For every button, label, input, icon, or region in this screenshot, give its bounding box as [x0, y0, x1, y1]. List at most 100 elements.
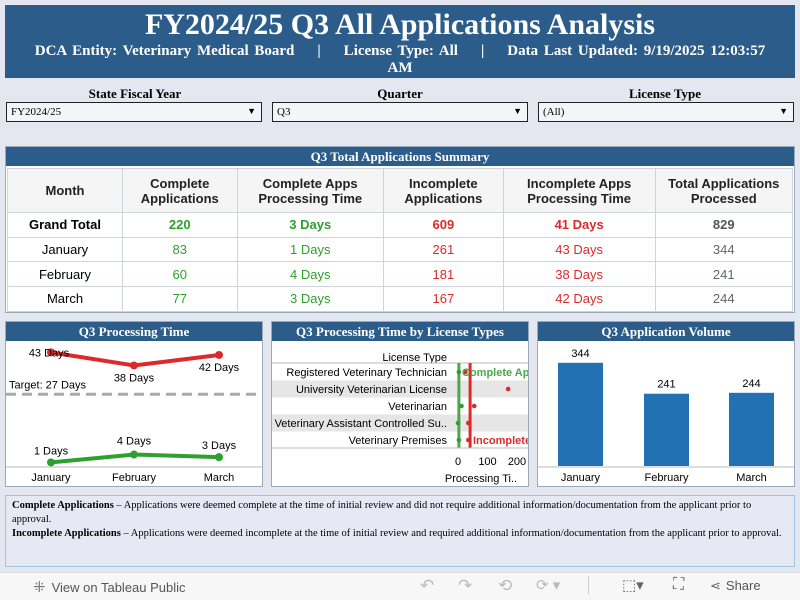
table-cell: 220 [122, 212, 238, 238]
volume-bar [558, 362, 603, 466]
table-cell: 244 [654, 286, 794, 312]
x-tick-label: February [644, 472, 689, 484]
complete-data-label: 3 Days [202, 440, 237, 452]
dropdown-arrow-icon: ▼ [779, 106, 788, 116]
incomplete-point [130, 361, 138, 370]
note-term: Incomplete Applications [12, 528, 121, 539]
redo-icon[interactable]: ↷ [458, 576, 472, 596]
summary-table: Month Complete Applications Complete App… [7, 168, 794, 312]
table-cell: 344 [654, 236, 794, 263]
table-cell: March [7, 286, 123, 312]
volume-panel: Q3 Application Volume 344 January 241 Febru… [537, 321, 795, 487]
table-cell: 181 [382, 261, 504, 288]
share-icon: ⋖ [710, 578, 721, 593]
definitions-notes: Complete Applications – Applications wer… [5, 495, 795, 567]
revert-icon[interactable]: ⟲ [498, 576, 512, 596]
complete-dot [455, 420, 461, 426]
col-incomplete: Incomplete Applications [382, 168, 504, 213]
x-tick-label: February [112, 472, 157, 484]
x-tick-label: 0 [455, 456, 461, 468]
undo-icon[interactable]: ↶ [420, 576, 434, 596]
complete-point [130, 450, 138, 459]
volume-bar [644, 393, 689, 466]
summary-title: Q3 Total Applications Summary [6, 147, 794, 166]
row-header: License Type [382, 352, 447, 364]
grand-total-row: Grand Total 220 3 Days 609 41 Days 829 [7, 212, 794, 238]
view-on-tableau-link[interactable]: ⁜ View on Tableau Public [33, 578, 186, 596]
incomplete-data-label: 38 Days [114, 372, 155, 384]
volume-chart: 344 January 241 February 244 March [538, 348, 794, 484]
x-tick-label: March [204, 472, 235, 484]
x-tick-label: January [31, 472, 71, 484]
fullscreen-icon[interactable]: ⛶ [673, 576, 684, 594]
license-type-label: University Veterinarian License [296, 384, 447, 396]
fiscal-year-value: FY2024/25 [11, 106, 62, 118]
fiscal-year-select[interactable]: FY2024/25 ▼ [6, 102, 262, 122]
incomplete-dot [505, 386, 511, 392]
license-type-select[interactable]: (All) ▼ [538, 102, 794, 122]
license-type-value: (All) [543, 106, 565, 118]
col-incomplete-time: Incomplete Apps Processing Time [502, 168, 656, 213]
filter-label-fiscal-year: State Fiscal Year [88, 86, 182, 101]
table-row: January 83 1 Days 261 43 Days 344 [7, 236, 794, 263]
table-cell: 42 Days [502, 286, 656, 312]
table-cell: 60 [122, 261, 238, 288]
table-row: February 60 4 Days 181 38 Days 241 [7, 261, 794, 288]
license-type-label: Veterinarian [388, 401, 447, 413]
col-month: Month [7, 168, 123, 213]
incomplete-point [215, 350, 223, 359]
share-label: Share [725, 578, 761, 593]
dashboard-header: FY2024/25 Q3 All Applications Analysis D… [5, 5, 795, 78]
license-types-chart: License Type Registered Veterinary Techni… [272, 352, 528, 485]
license-type-label: Veterinary Premises [349, 435, 448, 447]
complete-dot [456, 437, 462, 443]
x-tick-label: January [561, 472, 601, 484]
summary-panel: Q3 Total Applications Summary Month Comp… [5, 146, 795, 313]
complete-dot [459, 403, 464, 409]
table-cell: 167 [382, 286, 504, 312]
table-cell: January [7, 236, 123, 263]
table-cell: 3 Days [236, 286, 384, 312]
quarter-value: Q3 [277, 106, 291, 118]
table-header-row: Month Complete Applications Complete App… [7, 168, 794, 213]
x-axis-title: Processing Ti.. [445, 473, 517, 485]
dropdown-arrow-icon: ▼ [247, 106, 256, 116]
share-button[interactable]: ⋖ Share [710, 578, 761, 594]
complete-dot [456, 369, 462, 375]
toolbar-divider [588, 576, 589, 594]
license-type-label: Registered Veterinary Technician [286, 367, 447, 379]
refresh-icon[interactable]: ⟳ ▾ [536, 576, 560, 594]
processing-time-panel: Q3 Processing Time Target: 27 Days 43 Day… [5, 321, 263, 487]
page-title: FY2024/25 Q3 All Applications Analysis [144, 8, 656, 41]
table-cell: 83 [122, 236, 238, 263]
complete-data-label: 1 Days [34, 445, 69, 457]
table-cell: 241 [654, 261, 794, 288]
incomplete-data-label: 43 Days [29, 347, 70, 359]
processing-time-title: Q3 Processing Time [6, 322, 262, 341]
dropdown-arrow-icon: ▼ [513, 106, 522, 116]
bar-data-label: 344 [571, 348, 589, 360]
quarter-select[interactable]: Q3 ▼ [272, 102, 528, 122]
volume-bar [729, 392, 774, 466]
target-label: Target: 27 Days [9, 379, 87, 391]
col-complete: Complete Applications [122, 168, 238, 213]
license-type-label: Veterinary Assistant Controlled Su.. [275, 418, 447, 430]
table-row: March 77 3 Days 167 42 Days 244 [7, 286, 794, 312]
incomplete-dot [466, 420, 471, 426]
bar-data-label: 244 [742, 378, 760, 390]
x-tick-label: 100 [478, 456, 496, 468]
incomplete-reference-label: Incomplete [473, 435, 528, 447]
license-types-title: Q3 Processing Time by License Types [272, 322, 528, 341]
complete-data-label: 4 Days [117, 436, 152, 448]
table-cell: 4 Days [236, 261, 384, 288]
tableau-toolbar: ⁜ View on Tableau Public ↶ ↷ ⟲ ⟳ ▾ ⬚▾ ⛶ ⋖… [0, 572, 800, 600]
table-cell: February [7, 261, 123, 288]
note-text: – Applications were deemed complete at t… [12, 500, 752, 525]
note-incomplete: Incomplete Applications – Applications w… [12, 527, 788, 541]
download-icon[interactable]: ⬚▾ [622, 576, 644, 594]
table-cell: 41 Days [502, 212, 656, 238]
x-tick-label: 200 [508, 456, 526, 468]
table-cell: 3 Days [236, 212, 384, 238]
view-on-tableau-label: View on Tableau Public [51, 579, 186, 595]
note-complete: Complete Applications – Applications wer… [12, 499, 788, 527]
